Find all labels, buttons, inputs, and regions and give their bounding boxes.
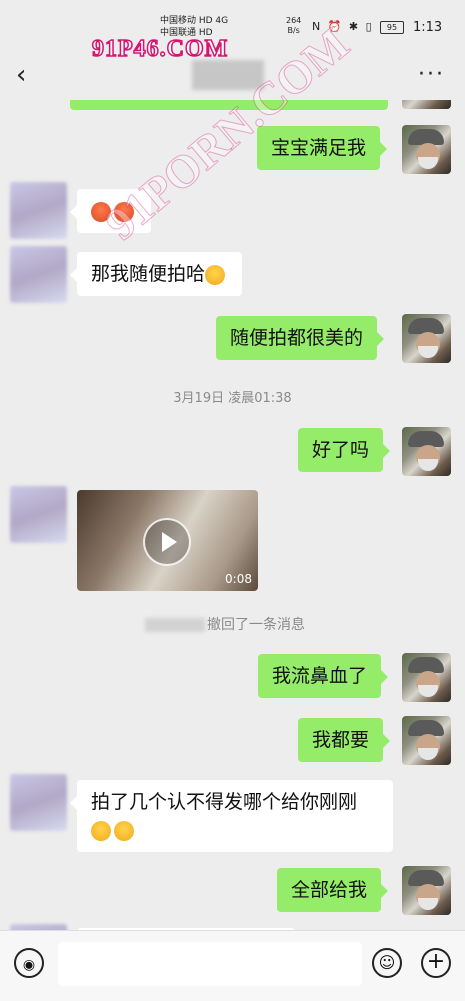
chat-area[interactable]: 宝宝满足我 那我随便拍哈 随便拍都很美的 3月19日 凌晨01:38 好了吗 0… bbox=[0, 100, 465, 930]
net-speed-value: 264 bbox=[286, 16, 302, 25]
tears-of-joy-emoji-icon bbox=[91, 820, 111, 841]
message-bubble-sent[interactable]: 我流鼻血了 bbox=[258, 654, 389, 698]
back-icon[interactable]: ‹ bbox=[16, 62, 26, 88]
message-timestamp: 3月19日 凌晨01:38 bbox=[173, 391, 292, 406]
emoji-icon[interactable]: ☺ bbox=[372, 948, 402, 978]
avatar[interactable] bbox=[10, 486, 67, 543]
message-bubble-received[interactable] bbox=[70, 189, 151, 233]
message-text: 拍了几个认不得发哪个给你刚刚 bbox=[91, 791, 358, 813]
chat-title-blurred bbox=[192, 60, 264, 90]
avatar[interactable] bbox=[402, 716, 451, 765]
net-speed-unit: B/s bbox=[287, 26, 300, 35]
video-message[interactable]: 0:08 bbox=[77, 490, 258, 591]
avatar[interactable] bbox=[402, 653, 451, 702]
network-speed: 264 B/s bbox=[286, 16, 301, 36]
message-bubble-sent[interactable]: 我都要 bbox=[298, 718, 391, 762]
play-icon[interactable] bbox=[143, 518, 191, 566]
message-bubble-sent[interactable]: 随便拍都很美的 bbox=[216, 316, 385, 360]
chat-header: ‹ ··· bbox=[0, 52, 465, 100]
video-duration: 0:08 bbox=[225, 572, 252, 586]
avatar[interactable] bbox=[402, 866, 451, 915]
message-bubble-received[interactable]: 拍了几个认不得发哪个给你刚刚 bbox=[70, 780, 393, 852]
blurred-name bbox=[145, 618, 205, 632]
recall-text: 撤回了一条消息 bbox=[207, 617, 305, 633]
red-face-emoji-icon bbox=[114, 201, 134, 222]
status-bar: 中国移动 HD 4G 中国联通 HD 264 B/s N ⏰ ✱ ▯ 95 1:… bbox=[0, 0, 465, 40]
avatar[interactable] bbox=[10, 182, 67, 239]
message-bubble-sent[interactable]: 全部给我 bbox=[277, 868, 389, 912]
input-bar: ◉ ☺ + bbox=[0, 930, 465, 1001]
avatar[interactable] bbox=[402, 314, 451, 363]
avatar[interactable] bbox=[402, 125, 451, 174]
recall-notice: 撤回了一条消息 bbox=[145, 614, 305, 634]
status-icons: N ⏰ ✱ ▯ bbox=[312, 20, 374, 33]
message-bubble-sent[interactable]: 宝宝满足我 bbox=[257, 126, 388, 170]
message-text: 那我随便拍哈 bbox=[91, 263, 206, 285]
avatar[interactable] bbox=[10, 246, 67, 303]
carrier-1: 中国移动 HD 4G bbox=[160, 16, 229, 26]
avatar[interactable] bbox=[402, 427, 451, 476]
avatar[interactable] bbox=[402, 100, 451, 109]
red-face-emoji-icon bbox=[91, 201, 111, 222]
tears-of-joy-emoji-icon bbox=[205, 264, 226, 285]
message-bubble-received[interactable]: 那我随便拍哈 bbox=[69, 252, 243, 296]
tears-of-joy-emoji-icon bbox=[114, 820, 134, 841]
clock: 1:13 bbox=[413, 20, 443, 35]
message-bubble-sent[interactable]: 好了吗 bbox=[298, 428, 391, 472]
plus-icon[interactable]: + bbox=[421, 948, 451, 978]
avatar[interactable] bbox=[10, 774, 67, 831]
message-input[interactable] bbox=[58, 942, 362, 986]
battery-icon: 95 bbox=[380, 21, 404, 34]
message-bubble-partial[interactable] bbox=[70, 100, 388, 110]
more-icon[interactable]: ··· bbox=[418, 62, 445, 87]
voice-icon[interactable]: ◉ bbox=[14, 948, 44, 978]
